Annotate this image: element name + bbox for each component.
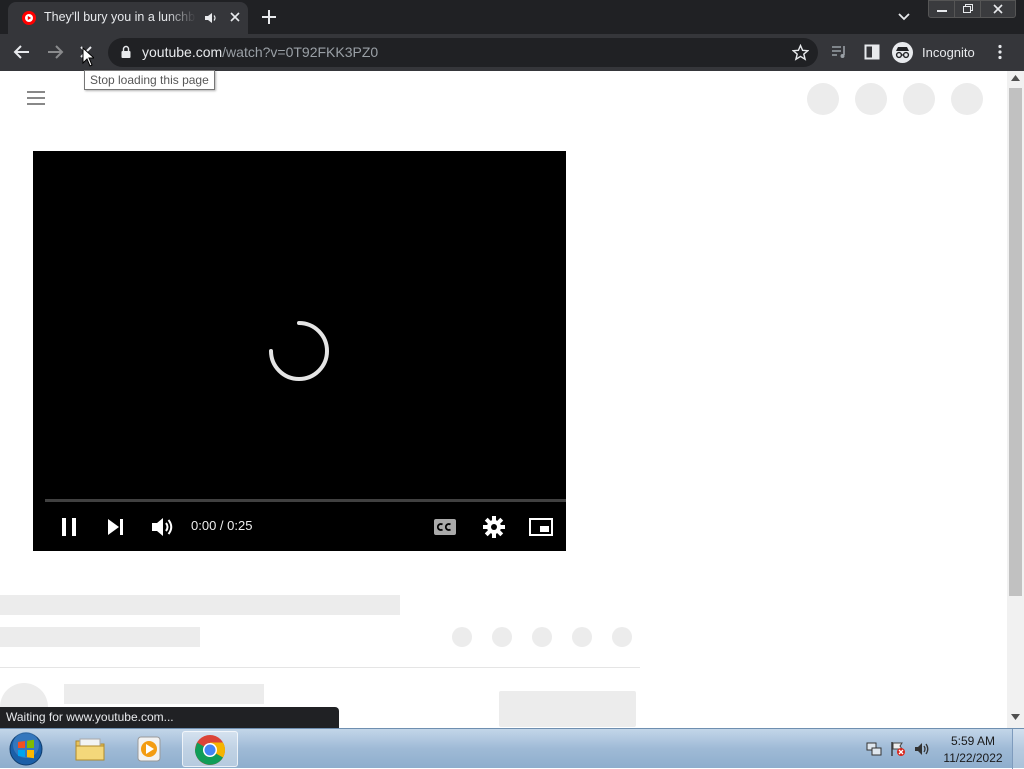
url-host: youtube.com bbox=[142, 44, 223, 60]
skeleton-header-icon bbox=[807, 83, 839, 115]
youtube-favicon-icon bbox=[22, 11, 36, 25]
minimize-icon[interactable] bbox=[928, 0, 956, 18]
url-text[interactable]: youtube.com/watch?v=0T92FKK3PZ0 bbox=[142, 44, 378, 60]
windows-taskbar: 5:59 AM 11/22/2022 bbox=[0, 728, 1024, 769]
skeleton-channel-name bbox=[64, 684, 264, 704]
url-path: /watch?v=0T92FKK3PZ0 bbox=[222, 44, 379, 60]
skeleton-header-icon bbox=[855, 83, 887, 115]
browser-tab-strip: They'll bury you in a lunchbox bbox=[0, 0, 1024, 34]
web-page: 0:00 / 0:25 bbox=[0, 71, 1007, 728]
media-controls-icon[interactable] bbox=[830, 44, 848, 60]
browser-tab-active[interactable]: They'll bury you in a lunchbox bbox=[8, 2, 248, 34]
clock-time[interactable]: 5:59 AM bbox=[932, 734, 1014, 748]
video-progress-bar[interactable] bbox=[45, 499, 566, 502]
star-icon[interactable] bbox=[792, 44, 809, 61]
skeleton-action-icon bbox=[612, 627, 632, 647]
folder-icon bbox=[74, 735, 106, 763]
skeleton-header-icon bbox=[903, 83, 935, 115]
action-center-flag-icon[interactable] bbox=[890, 741, 906, 757]
taskbar-explorer[interactable] bbox=[62, 731, 118, 767]
side-panel-icon[interactable] bbox=[864, 44, 880, 60]
start-button[interactable] bbox=[6, 731, 46, 767]
incognito-icon bbox=[892, 42, 913, 63]
scroll-down-arrow-icon[interactable] bbox=[1011, 714, 1020, 720]
loading-spinner-icon bbox=[267, 319, 331, 383]
gear-icon[interactable] bbox=[482, 515, 506, 539]
video-time-display: 0:00 / 0:25 bbox=[191, 518, 253, 533]
tab-title: They'll bury you in a lunchbox bbox=[44, 10, 196, 24]
volume-icon[interactable] bbox=[149, 514, 175, 540]
taskbar-media-player[interactable] bbox=[122, 731, 178, 767]
skeleton-action-icon bbox=[492, 627, 512, 647]
close-icon[interactable] bbox=[980, 0, 1016, 18]
hamburger-menu-icon[interactable] bbox=[27, 91, 45, 105]
skeleton-action-icon bbox=[572, 627, 592, 647]
chrome-icon bbox=[194, 734, 226, 766]
browser-toolbar: youtube.com/watch?v=0T92FKK3PZ0 Incognit… bbox=[0, 34, 1024, 71]
skeleton-action-icon bbox=[532, 627, 552, 647]
arrow-left-icon[interactable] bbox=[12, 43, 32, 61]
next-video-icon[interactable] bbox=[103, 515, 127, 539]
incognito-indicator[interactable]: Incognito bbox=[888, 39, 982, 66]
speaker-icon[interactable] bbox=[204, 11, 218, 25]
scroll-up-arrow-icon[interactable] bbox=[1011, 75, 1020, 81]
arrow-right-icon[interactable] bbox=[45, 43, 65, 61]
skeleton-action-icon bbox=[452, 627, 472, 647]
volume-tray-icon[interactable] bbox=[914, 741, 930, 757]
taskbar-chrome-active[interactable] bbox=[182, 731, 238, 767]
skeleton-avatar bbox=[951, 83, 983, 115]
address-bar[interactable]: youtube.com/watch?v=0T92FKK3PZ0 bbox=[108, 38, 818, 67]
skeleton-subtitle bbox=[0, 627, 200, 647]
pause-icon[interactable] bbox=[57, 515, 81, 539]
closed-captions-icon[interactable] bbox=[433, 516, 457, 538]
plus-icon[interactable] bbox=[259, 7, 279, 27]
tab-close-icon[interactable] bbox=[228, 10, 242, 24]
stop-loading-tooltip: Stop loading this page bbox=[84, 70, 215, 90]
incognito-label: Incognito bbox=[922, 45, 975, 60]
page-scrollbar[interactable] bbox=[1007, 71, 1024, 728]
kebab-menu-icon[interactable] bbox=[997, 44, 1003, 60]
divider bbox=[0, 667, 640, 668]
restore-icon[interactable] bbox=[954, 0, 982, 18]
network-icon[interactable] bbox=[866, 741, 882, 757]
media-player-icon bbox=[135, 735, 165, 763]
clock-date[interactable]: 11/22/2022 bbox=[932, 751, 1014, 765]
miniplayer-icon[interactable] bbox=[528, 515, 554, 539]
mouse-cursor-icon bbox=[82, 47, 94, 67]
lock-icon[interactable] bbox=[120, 45, 132, 59]
status-bubble: Waiting for www.youtube.com... bbox=[0, 707, 339, 728]
video-player[interactable]: 0:00 / 0:25 bbox=[33, 151, 566, 551]
chevron-down-icon[interactable] bbox=[896, 10, 912, 24]
skeleton-title bbox=[0, 595, 400, 615]
skeleton-subscribe-button bbox=[499, 691, 636, 727]
scrollbar-thumb[interactable] bbox=[1009, 88, 1022, 596]
show-desktop-button[interactable] bbox=[1012, 729, 1024, 769]
